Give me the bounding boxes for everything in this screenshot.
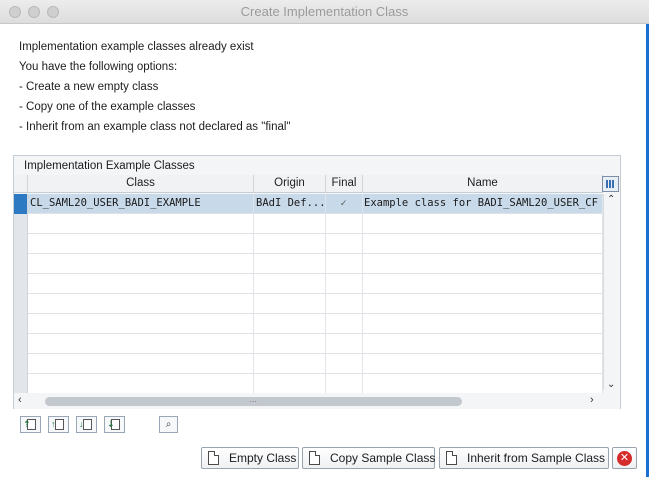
info-text: Implementation example classes already e… <box>19 37 291 137</box>
move-row-icon[interactable]: ⇣ <box>104 416 125 433</box>
table-row[interactable] <box>14 274 603 294</box>
row-selector[interactable] <box>14 354 28 374</box>
document-icon <box>446 451 457 465</box>
info-line: - Create a new empty class <box>19 81 159 93</box>
example-classes-panel: Implementation Example Classes Class Ori… <box>13 155 621 409</box>
table-row[interactable] <box>14 354 603 374</box>
vertical-scrollbar[interactable]: ⌃ ⌄ <box>603 194 620 390</box>
row-selector[interactable] <box>14 274 28 294</box>
table-body: CL_SAML20_USER_BADI_EXAMPLE BAdI Def... … <box>14 194 603 394</box>
row-selector[interactable] <box>14 214 28 234</box>
inherit-sample-class-button[interactable]: Inherit from Sample Class <box>439 447 609 469</box>
table-row[interactable]: CL_SAML20_USER_BADI_EXAMPLE BAdI Def... … <box>14 194 603 214</box>
append-row-icon[interactable]: ↑ <box>48 416 69 433</box>
table-row[interactable] <box>14 234 603 254</box>
table-row[interactable] <box>14 254 603 274</box>
cell-name[interactable]: Example class for BADI_SAML20_USER_CF <box>363 194 603 214</box>
horizontal-scrollbar[interactable]: ‹ ⋯ › <box>14 393 620 409</box>
insert-row-icon[interactable]: ⇡ <box>20 416 41 433</box>
row-selector[interactable] <box>14 194 28 214</box>
scroll-right-icon[interactable]: › <box>590 394 594 406</box>
row-selector[interactable] <box>14 234 28 254</box>
checkmark-icon: ✓ <box>340 198 347 209</box>
title-bar: Create Implementation Class <box>0 0 649 24</box>
column-header-name[interactable]: Name <box>363 175 603 193</box>
row-selector[interactable] <box>14 334 28 354</box>
scroll-thumb[interactable]: ⋯ <box>45 397 462 406</box>
cell-class[interactable]: CL_SAML20_USER_BADI_EXAMPLE <box>28 194 254 214</box>
empty-class-button[interactable]: Empty Class <box>201 447 299 469</box>
column-header-origin[interactable]: Origin <box>254 175 326 193</box>
cell-origin[interactable]: BAdI Def... <box>254 194 326 214</box>
header-corner[interactable] <box>14 175 28 193</box>
cancel-icon: ✕ <box>617 451 632 466</box>
cell-final[interactable]: ✓ <box>326 194 363 214</box>
info-line: You have the following options: <box>19 61 178 73</box>
delete-row-icon[interactable]: ↓ <box>76 416 97 433</box>
document-icon <box>208 451 219 465</box>
cancel-button[interactable]: ✕ <box>612 447 637 469</box>
table-row[interactable] <box>14 214 603 234</box>
column-config-icon[interactable] <box>602 176 619 192</box>
table-row[interactable] <box>14 314 603 334</box>
panel-title: Implementation Example Classes <box>24 160 195 172</box>
scroll-left-icon[interactable]: ‹ <box>18 394 22 406</box>
info-line: Implementation example classes already e… <box>19 41 254 53</box>
scroll-up-icon[interactable]: ⌃ <box>607 194 615 205</box>
table-row[interactable] <box>14 294 603 314</box>
document-icon <box>309 451 320 465</box>
window-title: Create Implementation Class <box>240 4 409 19</box>
info-line: - Inherit from an example class not decl… <box>19 121 291 133</box>
scroll-down-icon[interactable]: ⌄ <box>607 379 615 390</box>
column-header-final[interactable]: Final <box>326 175 363 193</box>
row-selector[interactable] <box>14 254 28 274</box>
find-icon[interactable]: ⌕ <box>159 416 178 433</box>
table-row[interactable] <box>14 374 603 394</box>
table-row[interactable] <box>14 334 603 354</box>
row-selector[interactable] <box>14 294 28 314</box>
info-line: - Copy one of the example classes <box>19 101 196 113</box>
row-selector[interactable] <box>14 314 28 334</box>
column-header-class[interactable]: Class <box>28 175 254 193</box>
copy-sample-class-button[interactable]: Copy Sample Class <box>302 447 435 469</box>
grip-icon: ⋯ <box>249 397 257 406</box>
row-selector[interactable] <box>14 374 28 394</box>
